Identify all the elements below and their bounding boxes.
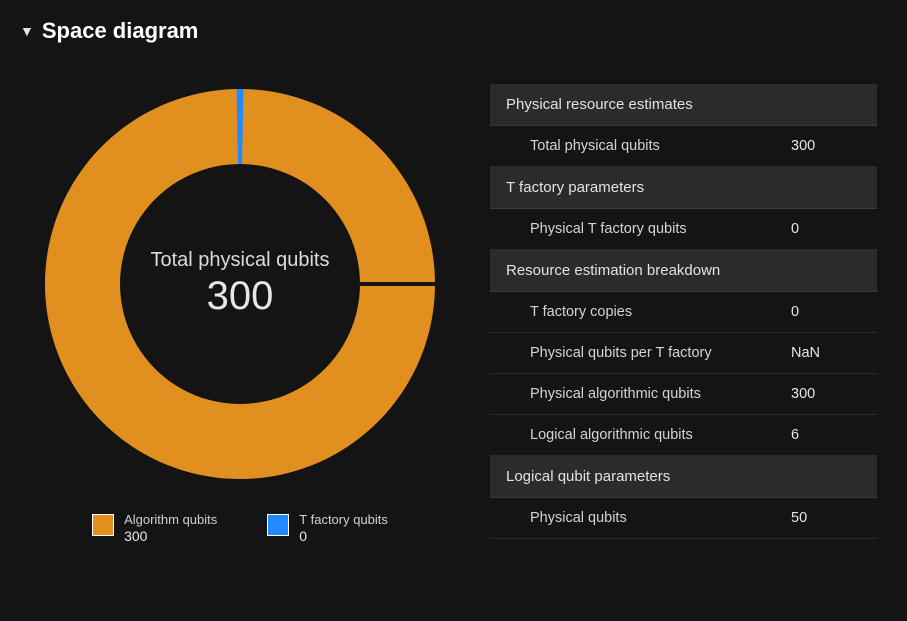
donut-seam <box>360 282 435 286</box>
row-value: 0 <box>791 304 861 320</box>
donut-chart: Total physical qubits 300 <box>40 84 440 484</box>
table-row: Physical qubits per T factoryNaN <box>490 333 877 374</box>
details-column: Physical resource estimatesTotal physica… <box>460 84 887 546</box>
row-value: 300 <box>791 138 861 154</box>
table-row: Total physical qubits300 <box>490 126 877 167</box>
table-row: Physical algorithmic qubits300 <box>490 374 877 415</box>
panel-title: Space diagram <box>42 18 199 44</box>
row-value: 50 <box>791 510 861 526</box>
row-label: T factory copies <box>530 304 791 320</box>
panel-content: Total physical qubits 300 Algorithm qubi… <box>20 84 887 546</box>
section-header[interactable]: Resource estimation breakdown <box>490 250 877 292</box>
row-label: Physical T factory qubits <box>530 221 791 237</box>
legend-item: T factory qubits0 <box>267 512 388 546</box>
table-row: Physical T factory qubits0 <box>490 209 877 250</box>
chart-legend: Algorithm qubits300 T factory qubits0 <box>92 512 388 546</box>
row-label: Physical algorithmic qubits <box>530 386 791 402</box>
row-label: Logical algorithmic qubits <box>530 427 791 443</box>
legend-swatch <box>267 514 289 536</box>
section-header[interactable]: Logical qubit parameters <box>490 456 877 498</box>
legend-text: Algorithm qubits300 <box>124 512 217 546</box>
legend-item: Algorithm qubits300 <box>92 512 217 546</box>
table-row: Physical qubits50 <box>490 498 877 539</box>
row-value: NaN <box>791 345 861 361</box>
chevron-down-icon: ▼ <box>20 23 34 39</box>
legend-swatch <box>92 514 114 536</box>
row-value: 6 <box>791 427 861 443</box>
resource-table: Physical resource estimatesTotal physica… <box>490 84 877 539</box>
row-label: Physical qubits per T factory <box>530 345 791 361</box>
row-label: Total physical qubits <box>530 138 791 154</box>
panel-header[interactable]: ▼ Space diagram <box>20 18 887 44</box>
legend-value: 0 <box>299 528 388 546</box>
legend-text: T factory qubits0 <box>299 512 388 546</box>
table-row: T factory copies0 <box>490 292 877 333</box>
legend-value: 300 <box>124 528 217 546</box>
legend-label: T factory qubits <box>299 512 388 528</box>
section-header[interactable]: Physical resource estimates <box>490 84 877 126</box>
legend-label: Algorithm qubits <box>124 512 217 528</box>
section-header[interactable]: T factory parameters <box>490 167 877 209</box>
chart-column: Total physical qubits 300 Algorithm qubi… <box>20 84 460 546</box>
table-row: Logical algorithmic qubits6 <box>490 415 877 456</box>
row-value: 300 <box>791 386 861 402</box>
row-value: 0 <box>791 221 861 237</box>
row-label: Physical qubits <box>530 510 791 526</box>
space-diagram-panel: ▼ Space diagram Total physical qubits 30… <box>0 0 907 564</box>
